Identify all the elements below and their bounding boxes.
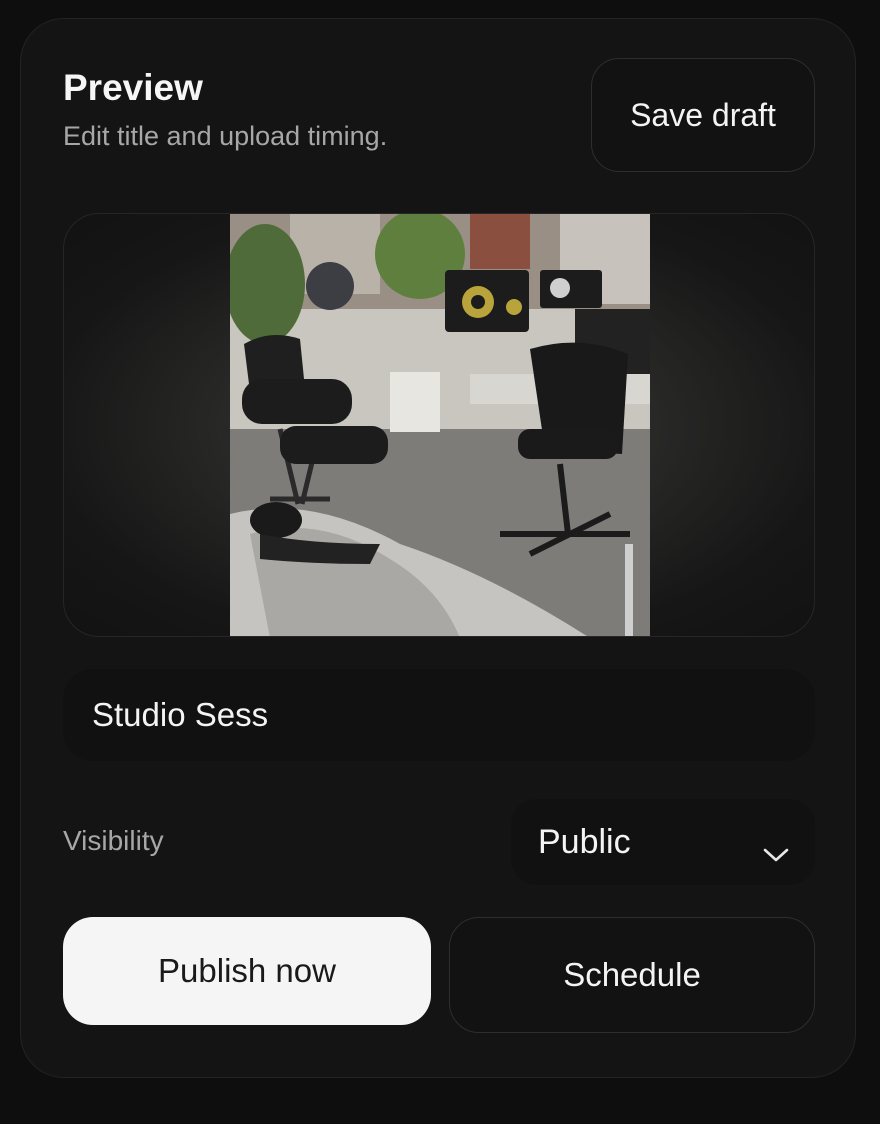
media-preview[interactable] — [63, 213, 815, 637]
preview-image — [230, 214, 650, 636]
visibility-label: Visibility — [63, 825, 164, 856]
title-input[interactable] — [63, 669, 815, 761]
schedule-button[interactable]: Schedule — [449, 917, 815, 1033]
page-subtitle: Edit title and upload timing. — [63, 121, 388, 151]
chevron-down-icon — [763, 833, 789, 872]
save-draft-button[interactable]: Save draft — [591, 58, 815, 172]
visibility-selected-value: Public — [538, 822, 631, 861]
publish-now-button[interactable]: Publish now — [63, 917, 431, 1025]
page-title: Preview — [63, 67, 203, 108]
visibility-select[interactable]: Public — [511, 799, 815, 885]
upload-preview-card: Preview Edit title and upload timing. Sa… — [20, 18, 856, 1078]
